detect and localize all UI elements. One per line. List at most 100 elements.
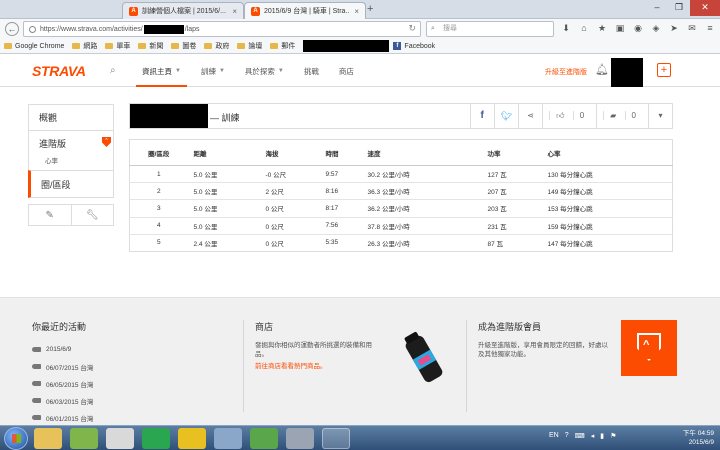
clipboard-icon[interactable]: ▣ [614, 22, 626, 34]
table-row[interactable]: 1 5.0 公里 -0 公尺 9:57 30.2 公里/小時 127 瓦 130… [129, 165, 673, 184]
browser-tab[interactable]: A 訓練營個人檔案 | 2015/6/... × [122, 2, 244, 19]
search-icon[interactable]: ⌕ [110, 65, 116, 76]
table-row[interactable]: 2 5.0 公里 2 公尺 8:16 36.3 公里/小時 207 瓦 149 … [129, 182, 673, 201]
kudos-button[interactable]: 👍︎ 0 [542, 104, 596, 128]
recent-activity-item[interactable]: 06/03/2015 台灣 [32, 392, 232, 409]
pocket-icon[interactable]: ◉ [632, 22, 644, 34]
app-icon[interactable] [178, 428, 206, 449]
table-row[interactable]: 3 5.0 公里 0 公尺 8:17 36.2 公里/小時 203 瓦 153 … [129, 199, 673, 218]
more-options-icon[interactable]: ▾ [648, 104, 672, 128]
keyboard-icon[interactable]: ⌨ [575, 432, 585, 440]
lap-distance: 5.0 公里 [187, 182, 260, 201]
app-icon[interactable] [70, 428, 98, 449]
flag-icon[interactable]: ⚑ [610, 432, 616, 440]
column-header-time[interactable]: 時間 [319, 139, 362, 166]
close-tab-icon[interactable]: × [354, 7, 359, 16]
twitter-share-icon[interactable]: 🐦︎ [493, 104, 518, 128]
bookmark-folder[interactable]: 郵件 [270, 41, 295, 51]
comment-icon: ▰ [603, 111, 623, 120]
add-activity-button[interactable]: + [657, 63, 671, 77]
share-icon[interactable]: ⋖ [518, 104, 542, 128]
avatar[interactable] [611, 58, 643, 87]
comment-button[interactable]: ▰ 0 [596, 104, 648, 128]
nav-label: 挑戰 [303, 66, 319, 76]
premium-badge[interactable]: ^ [621, 320, 677, 376]
facebook-share-icon[interactable]: f [469, 104, 494, 128]
start-button[interactable] [4, 427, 28, 450]
app-icon[interactable] [106, 428, 134, 449]
shoe-icon [32, 364, 41, 369]
app-icon[interactable] [214, 428, 242, 449]
kudos-count: 0 [572, 111, 591, 120]
back-button[interactable]: ← [5, 22, 19, 36]
browser-tab-active[interactable]: A 2015/6/9 台灣 | 騎車 | Stra... × [244, 2, 366, 19]
share-icon[interactable]: ➤ [668, 22, 680, 34]
recent-activity-label: 2015/6/9 [46, 346, 72, 353]
menu-icon[interactable]: ≡ [704, 22, 716, 34]
home-icon[interactable]: ⌂ [578, 22, 590, 34]
sidebar-item-laps[interactable]: 圈/區段 [28, 170, 114, 198]
bookmark-folder[interactable]: 單車 [105, 41, 130, 51]
recent-activity-item[interactable]: 06/05/2015 台灣 [32, 375, 232, 392]
column-header-lap[interactable]: 圈/區段 [129, 139, 188, 166]
app-icon[interactable] [250, 428, 278, 449]
nav-dashboard[interactable]: 資訊主頁 ▼ [132, 55, 191, 87]
close-tab-icon[interactable]: × [232, 7, 237, 16]
sidebar-item-premium[interactable]: 進階版 ^ 心率 [28, 130, 114, 170]
bookmark-folder[interactable]: 新聞 [138, 41, 163, 51]
nav-training[interactable]: 訓練 ▼ [191, 55, 235, 87]
file-explorer-icon[interactable] [34, 428, 62, 449]
strava-logo[interactable]: STRAVA [32, 63, 86, 79]
reload-icon[interactable]: ↻ [408, 23, 416, 34]
sidebar-item-overview[interactable]: 概觀 [28, 104, 114, 130]
laps-table: 圈/區段 距離 海拔 時間 速度 功率 心率 1 5.0 公里 -0 公尺 9:… [129, 139, 673, 252]
upgrade-link[interactable]: 升級至進階版 [545, 67, 587, 77]
bookmark-folder[interactable]: 圖卷 [171, 41, 196, 51]
table-row[interactable]: 5 2.4 公里 0 公尺 5:35 26.3 公里/小時 87 瓦 147 每… [130, 234, 673, 251]
app-icon[interactable] [286, 428, 314, 449]
bookmark-facebook[interactable]: f Facebook [393, 42, 435, 50]
minimize-button[interactable]: – [646, 0, 668, 16]
chrome-icon[interactable] [142, 428, 170, 449]
firefox-icon[interactable] [322, 428, 350, 449]
bookmark-google-chrome[interactable]: Google Chrome [4, 43, 64, 50]
bookmark-folder[interactable]: 政府 [204, 41, 229, 51]
volume-icon[interactable]: ◂ [591, 432, 595, 440]
column-header-speed[interactable]: 速度 [361, 139, 482, 166]
recent-activity-item[interactable]: 2015/6/9 [32, 341, 232, 358]
network-icon[interactable]: ▮ [600, 432, 604, 440]
lap-power: 207 瓦 [481, 182, 542, 201]
extension-icon[interactable]: ◈ [650, 22, 662, 34]
lap-number: 4 [129, 217, 188, 235]
language-indicator[interactable]: EN [549, 432, 559, 440]
download-icon[interactable]: ⬇ [560, 22, 572, 34]
column-header-power[interactable]: 功率 [481, 139, 542, 166]
close-window-button[interactable]: ✕ [690, 0, 720, 16]
store-link[interactable]: 前往商店看看熱門商品。 [255, 360, 383, 370]
star-icon[interactable]: ★ [596, 22, 608, 34]
bookmark-folder[interactable]: 論壇 [237, 41, 262, 51]
bookmark-folder[interactable]: 網路 [72, 41, 97, 51]
recent-activity-item[interactable]: 06/07/2015 台灣 [32, 358, 232, 375]
address-bar[interactable]: https://www.strava.com/activities/ /laps… [23, 21, 421, 37]
column-header-heartrate[interactable]: 心率 [541, 139, 673, 166]
lap-time: 7:56 [319, 217, 362, 235]
table-row[interactable]: 4 5.0 公里 0 公尺 7:56 37.8 公里/小時 231 瓦 159 … [129, 217, 673, 235]
column-header-distance[interactable]: 距離 [187, 139, 260, 166]
sidebar-subitem-heartrate[interactable]: 心率 [39, 155, 103, 165]
edit-icon[interactable]: ✎ [29, 205, 71, 225]
chat-icon[interactable]: ✉ [686, 22, 698, 34]
wrench-icon[interactable]: 🔧︎ [70, 205, 114, 225]
nav-store[interactable]: 商店 [329, 55, 364, 87]
new-tab-button[interactable]: + [367, 3, 373, 15]
nav-challenges[interactable]: 挑戰 [294, 55, 329, 87]
taskbar-clock[interactable]: 下午 04:59 2015/6/9 [672, 429, 714, 447]
column-header-elevation[interactable]: 海拔 [259, 139, 320, 166]
page-footer: 你最近的活動 2015/6/9 06/07/2015 台灣 06/05/2015… [0, 297, 720, 425]
recent-activity-item[interactable]: 06/01/2015 台灣 [32, 409, 232, 426]
bell-icon[interactable]: 🔔︎ [595, 63, 609, 76]
browser-search-input[interactable]: ⌕ 搜尋 [426, 21, 554, 37]
help-icon[interactable]: ? [565, 432, 569, 440]
maximize-button[interactable]: ❐ [668, 0, 690, 16]
nav-explore[interactable]: 具於探索 ▼ [235, 55, 294, 87]
